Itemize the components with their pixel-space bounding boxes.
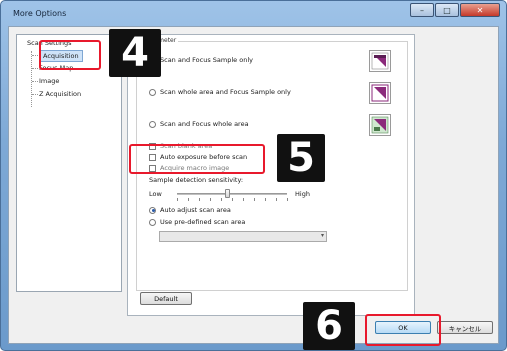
predefined-area-dropdown[interactable]: ▾ [159, 231, 327, 242]
slider-tick [265, 198, 266, 201]
slider-tick [232, 198, 233, 201]
scan-area-preview-icon [369, 50, 391, 72]
sensitivity-slider-track[interactable] [177, 193, 287, 195]
minimize-button[interactable]: – [410, 3, 434, 17]
slider-tick [177, 198, 178, 201]
radio-indicator[interactable] [149, 218, 156, 226]
radio-indicator[interactable] [149, 120, 156, 128]
slider-tick [254, 198, 255, 201]
scan-area-preview-icon [369, 114, 391, 136]
acquisition-panel: Parameter Scan and Focus Sample only Sca… [127, 34, 415, 316]
tree-connector [32, 68, 38, 69]
radio-label: Scan and Focus whole area [160, 120, 249, 128]
step-badge-4: 4 [109, 29, 161, 77]
cancel-button[interactable]: キャンセル [437, 321, 493, 334]
tree-connector [32, 94, 38, 95]
radio-auto-adjust-scan-area[interactable]: Auto adjust scan area [149, 206, 231, 214]
tree-item-image[interactable]: Image [39, 77, 59, 85]
radio-scan-focus-sample[interactable]: Scan and Focus Sample only [149, 56, 253, 64]
radio-label: Auto adjust scan area [160, 206, 231, 214]
radio-label: Scan and Focus Sample only [160, 56, 253, 64]
maximize-button[interactable]: □ [435, 3, 459, 17]
radio-label: Scan whole area and Focus Sample only [160, 88, 291, 96]
slider-tick [276, 198, 277, 201]
slider-tick [210, 198, 211, 201]
tree-connector [32, 55, 38, 56]
sensitivity-low-label: Low [149, 190, 162, 198]
sensitivity-slider-thumb[interactable] [224, 189, 230, 198]
callout-highlight-ok [365, 314, 441, 346]
radio-use-predefined-scan-area[interactable]: Use pre-defined scan area [149, 218, 245, 226]
close-button[interactable]: ✕ [460, 3, 500, 17]
window-controls: – □ ✕ [410, 3, 500, 17]
sensitivity-high-label: High [295, 190, 310, 198]
tree-item-z-acquisition[interactable]: Z Acquisition [39, 90, 81, 98]
more-options-window: More Options – □ ✕ Scan Settings Acquisi… [0, 0, 507, 351]
default-button[interactable]: Default [140, 292, 192, 305]
window-title: More Options [13, 9, 67, 18]
title-bar[interactable]: More Options – □ ✕ [1, 1, 506, 25]
callout-highlight-acquisition [39, 40, 101, 70]
slider-tick [287, 198, 288, 201]
step-badge-6: 6 [303, 302, 355, 350]
radio-indicator[interactable] [149, 206, 156, 214]
slider-tick [221, 198, 222, 201]
slider-tick [199, 198, 200, 201]
scan-area-preview-icon [369, 82, 391, 104]
callout-highlight-auto-exposure [129, 144, 265, 174]
sensitivity-label: Sample detection sensitivity: [149, 176, 244, 184]
tree-connector [32, 81, 38, 82]
radio-scan-focus-whole[interactable]: Scan and Focus whole area [149, 120, 249, 128]
radio-scan-whole-focus-sample[interactable]: Scan whole area and Focus Sample only [149, 88, 291, 96]
dialog-client-area: Scan Settings Acquisition Focus Map Imag… [8, 26, 499, 344]
slider-tick [243, 198, 244, 201]
options-tree: Scan Settings Acquisition Focus Map Imag… [16, 34, 122, 292]
tree-connector [31, 51, 32, 107]
radio-indicator[interactable] [149, 88, 156, 96]
chevron-down-icon: ▾ [320, 232, 324, 239]
slider-tick [188, 198, 189, 201]
radio-label: Use pre-defined scan area [160, 218, 246, 226]
step-badge-5: 5 [277, 134, 325, 182]
